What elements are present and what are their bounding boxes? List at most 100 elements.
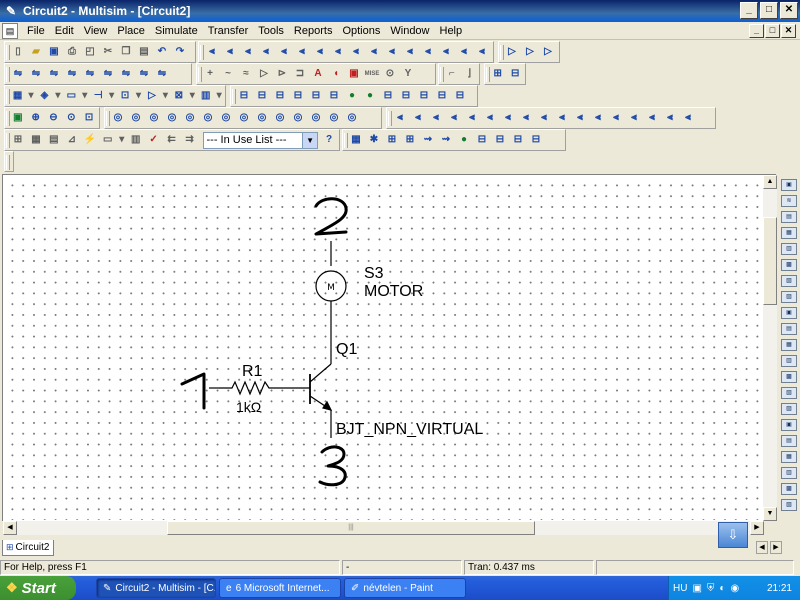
save-icon[interactable]: ▣ [46, 44, 62, 60]
comp-q-icon[interactable]: ⫷ [680, 110, 696, 126]
word-generator-icon[interactable]: ⊟ [326, 88, 342, 104]
ladder-component-icon[interactable]: ⫷ [438, 44, 454, 60]
print-icon[interactable]: ⎙ [64, 44, 80, 60]
menu-transfer[interactable]: Transfer [203, 22, 254, 40]
scroll-up-icon[interactable]: ▲ [763, 175, 777, 189]
antenna-icon[interactable]: Y [400, 66, 416, 82]
open-folder-icon[interactable]: ▰ [28, 44, 44, 60]
doc-close-button[interactable]: ✕ [781, 24, 796, 38]
basic-component-icon[interactable]: ⫷ [222, 44, 238, 60]
db-cmos-icon[interactable]: ◎ [218, 110, 234, 126]
taskbar-paint[interactable]: ✐ névtelen - Paint [344, 578, 466, 598]
inst-b-icon[interactable]: ✱ [366, 132, 382, 148]
bus-component-icon[interactable]: ⫷ [474, 44, 490, 60]
menu-options[interactable]: Options [337, 22, 385, 40]
logic-analyzer-icon[interactable]: ● [344, 88, 360, 104]
db-analog-icon[interactable]: ◎ [182, 110, 198, 126]
play-icon[interactable]: ▷ [504, 44, 520, 60]
menu-tools[interactable]: Tools [253, 22, 289, 40]
close-button[interactable]: ✕ [780, 2, 798, 19]
wire-icon[interactable]: ~ [220, 66, 236, 82]
diode-component-icon[interactable]: ⫷ [240, 44, 256, 60]
ladder-rung-icon[interactable]: ⊞ [490, 66, 506, 82]
comp-l-icon[interactable]: ⫷ [590, 110, 606, 126]
db-rf-icon[interactable]: ◎ [344, 110, 360, 126]
comp-i-icon[interactable]: ⫷ [536, 110, 552, 126]
document-icon[interactable]: ▤ [2, 22, 18, 39]
measure-bar-icon[interactable]: ⊠ [171, 88, 186, 104]
db-indicator-icon[interactable]: ◎ [290, 110, 306, 126]
chevron-down-icon[interactable]: ▾ [189, 88, 197, 104]
agilent-icon[interactable]: ⊟ [452, 88, 468, 104]
wattmeter-icon[interactable]: ⊟ [272, 88, 288, 104]
schematic-canvas[interactable]: M S3 MOTOR Q1 BJT_NPN_VIRTUAL R1 1kΩ [4, 176, 767, 520]
erc-icon[interactable]: ✓ [146, 132, 162, 148]
menu-file[interactable]: File [22, 22, 50, 40]
comp-a-icon[interactable]: ⫷ [392, 110, 408, 126]
menu-view[interactable]: View [79, 22, 113, 40]
graphics-icon[interactable]: ◖ [328, 66, 344, 82]
pulse-signal-icon[interactable]: ⌋ [462, 66, 478, 82]
counter-sidebar-icon[interactable]: ▧ [781, 275, 797, 287]
db-basic-icon[interactable]: ◎ [128, 110, 144, 126]
chevron-down-icon[interactable]: ▾ [118, 132, 126, 148]
maximize-button[interactable]: □ [760, 2, 778, 19]
back-annotate-icon[interactable]: ⇇ [164, 132, 180, 148]
chevron-down-icon[interactable]: ▾ [54, 88, 62, 104]
clock[interactable]: 21:21 [767, 583, 792, 594]
db-source-icon[interactable]: ◎ [110, 110, 126, 126]
new-file-icon[interactable]: ▯ [10, 44, 26, 60]
tab-scroll-right-icon[interactable]: ▶ [770, 541, 782, 554]
zoom-fit-icon[interactable]: ⊡ [81, 110, 97, 126]
inst-k-icon[interactable]: ⊟ [528, 132, 544, 148]
taskbar-multisim[interactable]: ✎ Circuit2 - Multisim - [C... [96, 578, 216, 598]
comp-h-icon[interactable]: ⫷ [518, 110, 534, 126]
chevron-down-icon[interactable]: ▾ [81, 88, 89, 104]
hierarchy-icon[interactable]: ⊞ [10, 132, 26, 148]
virtual-analog-icon[interactable]: ⇋ [82, 66, 98, 82]
copy-icon[interactable]: ❐ [118, 44, 134, 60]
horizontal-scrollbar[interactable]: ◀ ||| ▶ [3, 521, 764, 535]
postprocess-bar-icon[interactable]: ⊡ [118, 88, 133, 104]
menu-simulate[interactable]: Simulate [150, 22, 203, 40]
agilent-scope-sidebar-icon[interactable]: ▤ [781, 435, 797, 447]
language-indicator[interactable]: HU [673, 583, 687, 594]
inst-e-icon[interactable]: ⇝ [420, 132, 436, 148]
network-analyzer-icon[interactable]: ⊟ [434, 88, 450, 104]
mixed-component-icon[interactable]: ⫷ [348, 44, 364, 60]
tab-circuit2[interactable]: ⊞ Circuit2 [2, 540, 55, 556]
agilent-mm-sidebar-icon[interactable]: ▣ [781, 419, 797, 431]
comp-e-icon[interactable]: ⫷ [464, 110, 480, 126]
database-manager-icon[interactable]: ▤ [46, 132, 62, 148]
virtual-measure-icon[interactable]: ⇋ [118, 66, 134, 82]
source-component-icon[interactable]: ⫷ [204, 44, 220, 60]
inst-c-icon[interactable]: ⊞ [384, 132, 400, 148]
chevron-down-icon[interactable]: ▼ [302, 132, 318, 148]
chevron-down-icon[interactable]: ▾ [27, 88, 35, 104]
db-diode-icon[interactable]: ◎ [146, 110, 162, 126]
start-button[interactable]: ❖ Start [0, 576, 76, 600]
virtual-3d-icon[interactable]: ⇋ [154, 66, 170, 82]
chevron-down-icon[interactable]: ▾ [215, 88, 223, 104]
tek-scope-sidebar-icon[interactable]: ▦ [781, 451, 797, 463]
design-bar-icon[interactable]: ▦ [10, 88, 25, 104]
logic-converter-sidebar-icon[interactable]: ▤ [781, 323, 797, 335]
security-shield-icon[interactable]: ⛨ [707, 583, 715, 594]
download-arrow-icon[interactable]: ⇩ [718, 522, 748, 548]
spectrum-sidebar-icon[interactable]: ▩ [781, 371, 797, 383]
chevron-down-icon[interactable]: ▾ [108, 88, 116, 104]
simulate-bar-icon[interactable]: ▷ [144, 88, 159, 104]
help-icon[interactable]: ? [321, 132, 337, 148]
zoom-out-icon[interactable]: ⊖ [46, 110, 62, 126]
comp-n-icon[interactable]: ⫷ [626, 110, 642, 126]
menu-help[interactable]: Help [435, 22, 468, 40]
virtual-basic-icon[interactable]: ⇋ [28, 66, 44, 82]
component-bar-icon[interactable]: ◈ [37, 88, 52, 104]
comp-m-icon[interactable]: ⫷ [608, 110, 624, 126]
indicator-component-icon[interactable]: ⫷ [366, 44, 382, 60]
virtual-transistor-icon[interactable]: ⇋ [64, 66, 80, 82]
bode-sidebar-icon[interactable]: ▩ [781, 259, 797, 271]
subcircuit-icon[interactable]: ⊐ [292, 66, 308, 82]
function-gen-sidebar-icon[interactable]: ≋ [781, 195, 797, 207]
undo-icon[interactable]: ↶ [154, 44, 170, 60]
